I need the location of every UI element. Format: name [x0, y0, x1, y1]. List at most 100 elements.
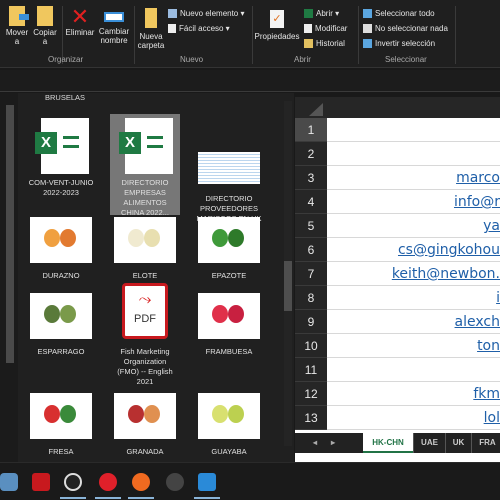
scroll-tabs-right[interactable]: ▸ [331, 433, 335, 453]
copy-icon [37, 6, 53, 26]
email-cell[interactable]: alexch [327, 310, 500, 334]
email-cell[interactable]: keith@newbon. [327, 262, 500, 286]
history-button[interactable]: Historial [304, 39, 345, 48]
running-indicator [128, 497, 154, 499]
row-header[interactable]: 6 [295, 238, 327, 262]
row-header[interactable]: 8 [295, 286, 327, 310]
rename-icon [104, 12, 124, 22]
invert-selection-button[interactable]: Invertir selección [363, 39, 435, 48]
file-name: FRAMBUESA [205, 347, 253, 356]
rename-button[interactable]: Cambiar nombre [97, 6, 131, 45]
file-name: COM-VENT-JUNIO 2022-2023 [28, 178, 94, 197]
sheet-tab[interactable]: HK-CHN [363, 433, 413, 453]
email-cell[interactable]: fkm [327, 382, 500, 406]
ribbon: Mover a Copiar a ✕ Eliminar Cambiar nomb… [0, 0, 500, 68]
file-name: ESPARRAGO [37, 347, 85, 356]
excel-file-icon: X [35, 118, 89, 174]
row-header[interactable]: 12 [295, 382, 327, 406]
history-icon [304, 39, 313, 48]
row-header[interactable]: 11 [295, 358, 327, 382]
email-cell[interactable]: marco [327, 166, 500, 190]
properties-button[interactable]: ✓ Propiedades [254, 10, 300, 41]
email-link[interactable]: ya [483, 218, 500, 234]
easy-access-button[interactable]: Fácil acceso ▾ [168, 24, 230, 33]
file-name: GUAYABA [211, 447, 247, 456]
image-thumbnail [114, 217, 176, 263]
sheet-tab[interactable]: UK [445, 433, 471, 453]
sheet-tab[interactable]: FRA [471, 433, 500, 453]
image-thumbnail [30, 293, 92, 339]
new-folder-button[interactable]: Nueva carpeta [136, 8, 166, 50]
email-cell[interactable]: lol [327, 406, 500, 430]
email-cell[interactable]: ton [327, 334, 500, 358]
spreadsheet-thumbnail [198, 152, 260, 184]
email-link[interactable]: cs@gingkohou [398, 242, 500, 258]
obs-icon[interactable] [166, 473, 184, 491]
file-name-partial: BRUSELAS [45, 93, 86, 102]
file-name: Fish Marketing Organization (FMO) -- Eng… [117, 347, 173, 386]
email-link[interactable]: marco [456, 170, 500, 186]
email-cell[interactable] [327, 142, 500, 166]
scroll-tabs-left[interactable]: ◂ [313, 433, 317, 453]
email-cell[interactable]: info@r [327, 190, 500, 214]
opera-icon[interactable] [99, 473, 117, 491]
new-item-button[interactable]: Nuevo elemento ▾ [168, 9, 245, 18]
select-none-button[interactable]: No seleccionar nada [363, 24, 448, 33]
row-header[interactable]: 7 [295, 262, 327, 286]
running-indicator [60, 497, 86, 499]
email-link[interactable]: i [496, 290, 500, 306]
email-link[interactable]: ton [477, 338, 500, 354]
address-bar-area [0, 70, 500, 92]
email-cell[interactable]: cs@gingkohou [327, 238, 500, 262]
navigation-pane [0, 93, 18, 463]
nav-scrollbar[interactable] [6, 105, 14, 363]
group-label-seleccionar: Seleccionar [385, 55, 427, 64]
file-name: EPAZOTE [211, 271, 247, 280]
inkscape-icon[interactable] [64, 473, 82, 491]
row-header[interactable]: 10 [295, 334, 327, 358]
scrollbar-thumb[interactable] [284, 261, 292, 311]
edit-icon [304, 24, 312, 33]
email-cell[interactable]: ya [327, 214, 500, 238]
email-link[interactable]: alexch [455, 314, 500, 330]
easy-access-icon [168, 24, 176, 33]
sheet-tab[interactable]: UAE [413, 433, 445, 453]
image-thumbnail [30, 217, 92, 263]
edit-button[interactable]: Modificar [304, 24, 347, 33]
email-link[interactable]: fkm [473, 386, 500, 402]
row-header[interactable]: 1 [295, 118, 327, 142]
content-scrollbar[interactable] [284, 101, 292, 446]
email-link[interactable]: lol [484, 410, 500, 426]
row-header[interactable]: 3 [295, 166, 327, 190]
file-item[interactable]: X DIRECTORIO EMPRESAS ALIMENTOS CHINA 202… [110, 114, 180, 217]
email-link[interactable]: info@r [454, 194, 500, 210]
sheet-tabs: ◂ ▸ HK-CHN UAE UK FRA [295, 433, 500, 453]
photos-icon[interactable] [198, 473, 216, 491]
row-header[interactable]: 4 [295, 190, 327, 214]
email-cell[interactable] [327, 118, 500, 142]
excel-file-icon: X [119, 118, 173, 174]
email-cell[interactable]: i [327, 286, 500, 310]
row-header[interactable]: 9 [295, 310, 327, 334]
running-indicator [95, 497, 121, 499]
group-label-organizar: Organizar [48, 55, 84, 64]
firefox-icon[interactable] [132, 473, 150, 491]
email-cell[interactable] [327, 358, 500, 382]
row-header[interactable]: 13 [295, 406, 327, 430]
file-name: ELOTE [132, 271, 158, 280]
move-to-button[interactable]: Mover a [4, 6, 30, 46]
acrobat-icon[interactable] [32, 473, 50, 491]
row-header[interactable]: 2 [295, 142, 327, 166]
group-label-abrir: Abrir [294, 55, 311, 64]
email-link[interactable]: keith@newbon. [392, 266, 500, 282]
excel-icon [304, 9, 313, 18]
calculator-icon[interactable] [0, 473, 18, 491]
copy-to-button[interactable]: Copiar a [32, 6, 58, 46]
delete-button[interactable]: ✕ Eliminar [64, 6, 96, 38]
row-header[interactable]: 5 [295, 214, 327, 238]
file-item[interactable]: X COM-VENT-JUNIO 2022-2023 [26, 114, 96, 215]
file-name: DURAZNO [42, 271, 80, 280]
select-all-button[interactable]: Seleccionar todo [363, 9, 435, 18]
select-none-icon [363, 24, 372, 33]
open-button[interactable]: Abrir ▾ [304, 9, 339, 18]
